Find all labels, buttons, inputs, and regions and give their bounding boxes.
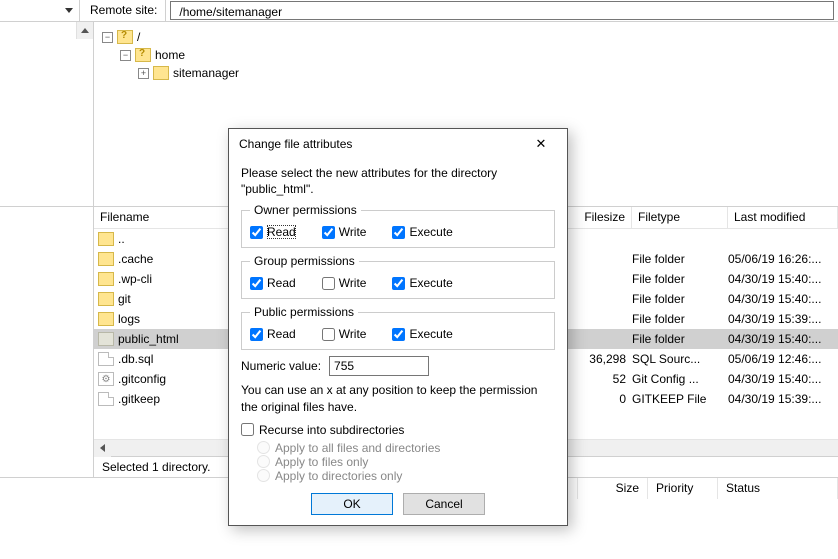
ok-button[interactable]: OK [311, 493, 393, 515]
owner-execute-checkbox[interactable]: Execute [392, 225, 452, 239]
file-modified: 04/30/19 15:40:... [728, 272, 838, 286]
col-filesize[interactable]: Filesize [562, 207, 632, 228]
file-type: File folder [632, 272, 728, 286]
file-type: GITKEEP File [632, 392, 728, 406]
file-type: File folder [632, 332, 728, 346]
dropdown-stub[interactable] [0, 0, 80, 21]
folder-icon [98, 272, 114, 286]
col-modified[interactable]: Last modified [728, 207, 838, 228]
group-read-checkbox[interactable]: Read [250, 276, 296, 290]
file-icon [98, 352, 114, 366]
file-modified: 04/30/19 15:40:... [728, 372, 838, 386]
file-type: SQL Sourc... [632, 352, 728, 366]
dialog-title: Change file attributes [239, 137, 523, 151]
owner-write-checkbox[interactable]: Write [322, 225, 367, 239]
dialog-titlebar[interactable]: Change file attributes ✕ [229, 129, 567, 159]
cancel-button[interactable]: Cancel [403, 493, 485, 515]
numeric-hint: You can use an x at any position to keep… [241, 382, 555, 414]
queue-col-priority[interactable]: Priority [648, 478, 718, 499]
file-size: 52 [562, 372, 632, 386]
tree-collapse-icon[interactable]: − [120, 50, 131, 61]
change-file-attributes-dialog: Change file attributes ✕ Please select t… [228, 128, 568, 526]
apply-dirs-label: Apply to directories only [275, 469, 402, 483]
file-modified: 05/06/19 12:46:... [728, 352, 838, 366]
file-type: File folder [632, 292, 728, 306]
tree-collapse-icon[interactable]: − [102, 32, 113, 43]
public-permissions-group: Public permissions Read Write Execute [241, 305, 555, 350]
col-filetype[interactable]: Filetype [632, 207, 728, 228]
file-size: 0 [562, 392, 632, 406]
dialog-intro: Please select the new attributes for the… [241, 165, 555, 197]
tree-sitemanager[interactable]: sitemanager [173, 66, 239, 80]
status-text: Selected 1 directory. [94, 457, 219, 477]
file-modified: 04/30/19 15:40:... [728, 332, 838, 346]
public-execute-checkbox[interactable]: Execute [392, 327, 452, 341]
left-files-stub [0, 207, 94, 457]
folder-icon [98, 292, 114, 306]
file-modified: 04/30/19 15:40:... [728, 292, 838, 306]
queue-col-size[interactable]: Size [578, 478, 648, 499]
folder-muted-icon [98, 332, 114, 346]
owner-read-checkbox[interactable]: Read [250, 225, 296, 239]
file-modified: 04/30/19 15:39:... [728, 392, 838, 406]
numeric-value-label: Numeric value: [241, 359, 321, 373]
queue-col-status[interactable]: Status [718, 478, 838, 499]
tree-expand-icon[interactable]: + [138, 68, 149, 79]
file-size: 36,298 [562, 352, 632, 366]
recurse-checkbox[interactable] [241, 423, 254, 436]
remote-site-label: Remote site: [80, 0, 166, 21]
chevron-down-icon [65, 8, 73, 13]
remote-path-input[interactable]: /home/sitemanager [170, 1, 834, 20]
folder-icon [98, 252, 114, 266]
group-write-checkbox[interactable]: Write [322, 276, 367, 290]
apply-all-label: Apply to all files and directories [275, 441, 440, 455]
scroll-up-icon[interactable] [76, 22, 93, 39]
tree-home[interactable]: home [155, 48, 185, 62]
folder-icon [135, 48, 151, 62]
owner-legend: Owner permissions [250, 203, 361, 217]
scroll-left-icon[interactable] [94, 440, 111, 457]
tree-root[interactable]: / [137, 30, 140, 44]
folder-icon [98, 232, 114, 246]
public-legend: Public permissions [250, 305, 358, 319]
file-modified: 05/06/19 16:26:... [728, 252, 838, 266]
recurse-label[interactable]: Recurse into subdirectories [259, 423, 404, 437]
file-modified: 04/30/19 15:39:... [728, 312, 838, 326]
remote-site-bar: Remote site: /home/sitemanager [0, 0, 838, 22]
file-type: File folder [632, 252, 728, 266]
file-type: File folder [632, 312, 728, 326]
public-write-checkbox[interactable]: Write [322, 327, 367, 341]
folder-icon [98, 312, 114, 326]
apply-all-radio [257, 441, 270, 454]
group-legend: Group permissions [250, 254, 359, 268]
file-icon [98, 392, 114, 406]
apply-files-radio [257, 455, 270, 468]
public-read-checkbox[interactable]: Read [250, 327, 296, 341]
group-permissions-group: Group permissions Read Write Execute [241, 254, 555, 299]
close-icon[interactable]: ✕ [523, 132, 559, 156]
left-tree-stub [0, 22, 94, 206]
folder-icon [153, 66, 169, 80]
apply-dirs-radio [257, 469, 270, 482]
apply-files-label: Apply to files only [275, 455, 368, 469]
gear-icon [98, 372, 114, 386]
folder-icon [117, 30, 133, 44]
owner-permissions-group: Owner permissions Read Write Execute [241, 203, 555, 248]
numeric-value-input[interactable] [329, 356, 429, 376]
file-type: Git Config ... [632, 372, 728, 386]
group-execute-checkbox[interactable]: Execute [392, 276, 452, 290]
